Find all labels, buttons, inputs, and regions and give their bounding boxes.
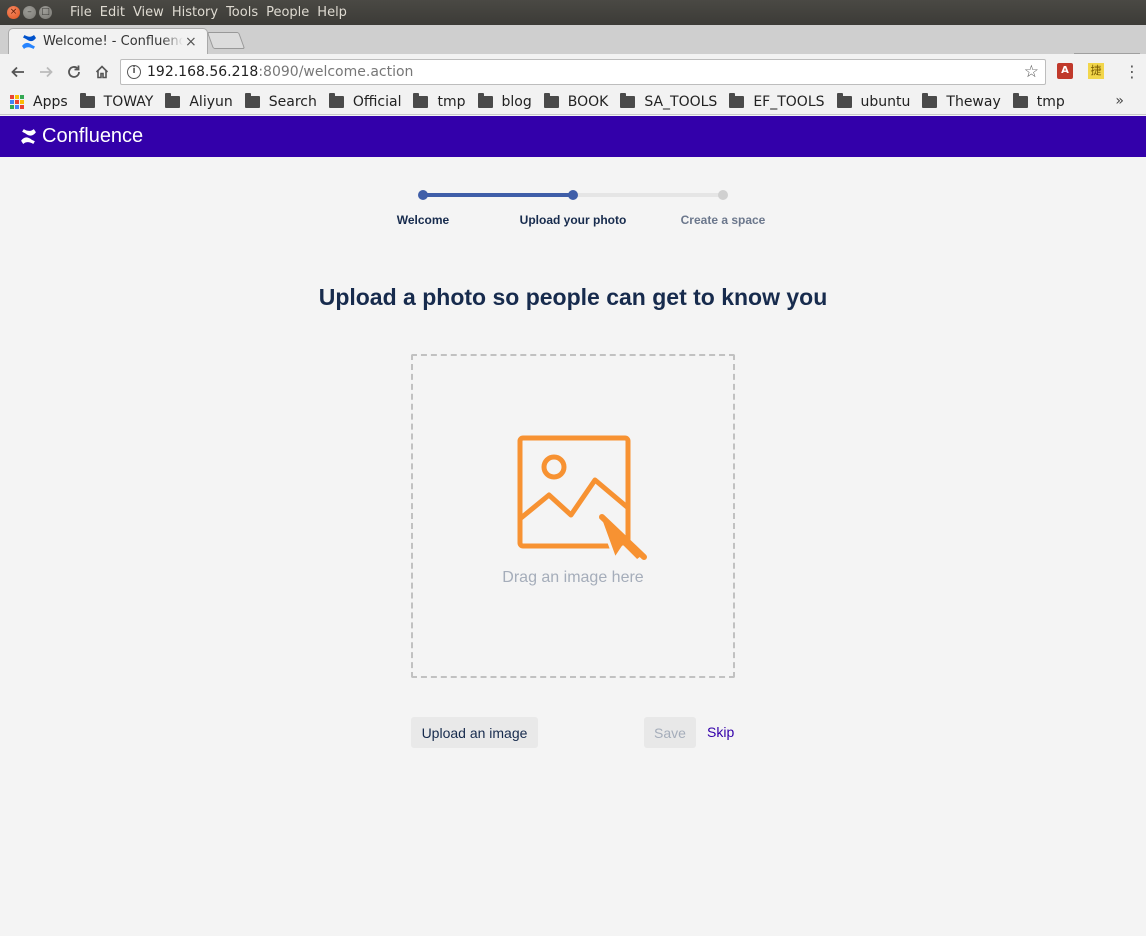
window-maximize-button[interactable]: □ [39,6,52,19]
menu-history[interactable]: History [168,5,222,20]
step-dot-create-space [718,190,728,200]
bookmark-folder-aliyun[interactable]: Aliyun [165,93,233,110]
bookmark-folder-book[interactable]: BOOK [543,93,608,110]
confluence-favicon-icon [22,34,36,49]
menu-view[interactable]: View [129,5,168,20]
menu-help[interactable]: Help [313,5,351,20]
bookmark-folder-toway[interactable]: TOWAY [79,93,153,110]
browser-toolbar: i 192.168.56.218:8090/welcome.action ☆ A… [0,54,1146,90]
bookmark-label: Apps [33,94,68,110]
menu-tools[interactable]: Tools [222,5,262,20]
folder-icon [79,93,95,108]
image-dropzone[interactable]: Drag an image here [411,354,735,678]
forward-arrow-icon[interactable] [32,58,60,86]
window-close-button[interactable]: × [7,6,20,19]
folder-icon [543,93,559,108]
menu-people[interactable]: People [262,5,313,20]
address-bar[interactable]: i 192.168.56.218:8090/welcome.action ☆ [120,59,1046,85]
bookmark-apps[interactable]: Apps [10,94,68,110]
skip-link[interactable]: Skip [702,717,739,748]
folder-icon [922,93,938,108]
folder-icon [1012,93,1028,108]
save-button[interactable]: Save [644,717,696,748]
confluence-header: Confluence [0,116,1146,157]
menu-edit[interactable]: Edit [96,5,129,20]
upload-image-button[interactable]: Upload an image [411,717,538,748]
bookmark-folder-theway[interactable]: Theway [922,93,1001,110]
bookmark-folder-official[interactable]: Official [328,93,401,110]
bookmark-folder-tmp[interactable]: tmp [413,93,466,110]
reload-icon[interactable] [60,58,88,86]
folder-icon [165,93,181,108]
folder-icon [477,93,493,108]
new-tab-button[interactable] [206,32,246,49]
folder-icon [328,93,344,108]
bookmark-folder-sa-tools[interactable]: SA_TOOLS [620,93,717,110]
folder-icon [836,93,852,108]
bookmark-folder-search[interactable]: Search [244,93,317,110]
os-title-bar: × – □ File Edit View History Tools Peopl… [0,0,1146,25]
folder-icon [244,93,260,108]
extension-a-icon[interactable]: A [1057,63,1073,79]
page-title: Upload a photo so people can get to know… [318,284,828,310]
folder-icon [620,93,636,108]
step-label-create-space: Create a space [680,213,766,227]
folder-icon [413,93,429,108]
bookmark-folder-ef-tools[interactable]: EF_TOOLS [729,93,825,110]
bookmarks-overflow-icon[interactable]: » [1115,93,1124,109]
window-controls: × – □ [7,6,52,19]
app-menu-bar: File Edit View History Tools People Help [66,5,351,20]
site-info-icon[interactable]: i [127,65,141,79]
back-arrow-icon[interactable] [4,58,32,86]
menu-file[interactable]: File [66,5,96,20]
tab-strip: Welcome! - Confluence × wgccyyh [0,25,1146,70]
tab-close-icon[interactable]: × [185,34,197,50]
stepper-progress [423,193,573,197]
bookmark-folder-tmp-2[interactable]: tmp [1012,93,1065,110]
extension-shortcut-icon[interactable]: 捷 [1088,63,1104,79]
image-upload-icon [517,435,647,563]
browser-tab-active[interactable]: Welcome! - Confluence × [8,28,208,54]
step-label-welcome: Welcome [396,213,450,227]
drop-hint: Drag an image here [502,569,644,586]
bookmarks-bar: Apps TOWAY Aliyun Search Official tmp bl… [0,90,1146,115]
bookmark-folder-ubuntu[interactable]: ubuntu [836,93,910,110]
folder-icon [729,93,745,108]
apps-grid-icon [10,95,24,109]
window-minimize-button[interactable]: – [23,6,36,19]
step-dot-upload-photo [568,190,578,200]
bookmark-folder-blog[interactable]: blog [477,93,532,110]
app-name[interactable]: Confluence [42,125,143,148]
step-label-upload-photo: Upload your photo [519,213,627,227]
confluence-logo-icon[interactable] [20,128,37,145]
tab-title: Welcome! - Confluence [43,34,183,49]
home-icon[interactable] [88,58,116,86]
address-url[interactable]: 192.168.56.218:8090/welcome.action [147,64,413,80]
step-dot-welcome [418,190,428,200]
bookmark-star-icon[interactable]: ☆ [1024,62,1039,82]
browser-menu-icon[interactable]: ⋮ [1124,62,1140,81]
